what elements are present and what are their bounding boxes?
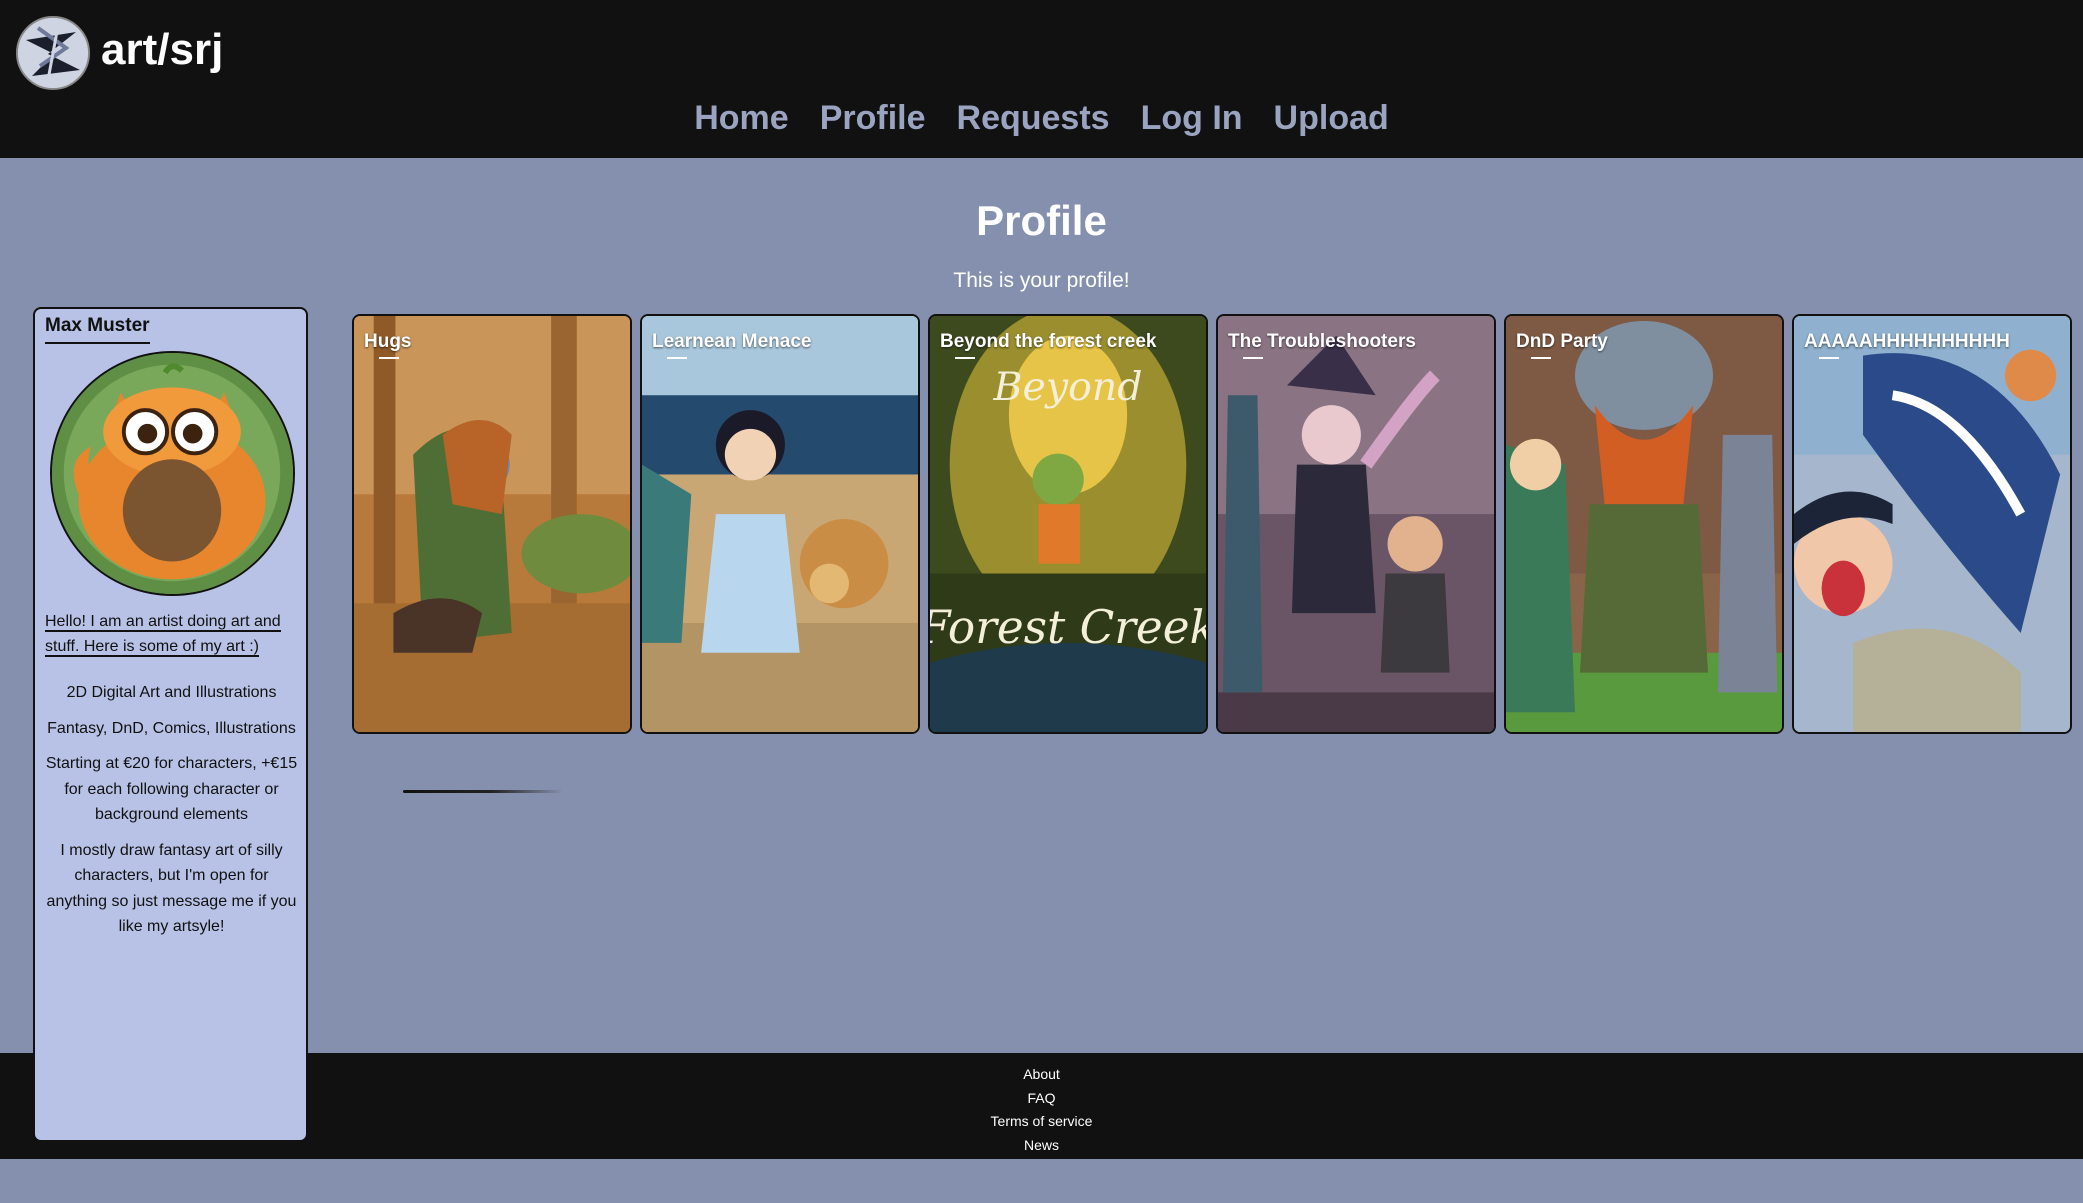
- svg-text:Beyond: Beyond: [993, 364, 1143, 410]
- site-footer: About FAQ Terms of service News: [0, 1053, 2083, 1159]
- site-header: art/srj Home Profile Requests Log In Upl…: [0, 0, 2083, 158]
- card-title-underline: [1531, 357, 1551, 359]
- site-logo-icon[interactable]: [16, 16, 90, 90]
- card-title: Hugs: [364, 331, 412, 352]
- nav-upload[interactable]: Upload: [1274, 96, 1389, 140]
- profile-details: 2D Digital Art and Illustrations Fantasy…: [43, 680, 300, 950]
- gallery-card[interactable]: AAAAAHHHHHHHHHH: [1792, 314, 2072, 734]
- card-title: Beyond the forest creek: [940, 331, 1157, 352]
- profile-detail-pricing: Starting at €20 for characters, +€15 for…: [45, 755, 298, 823]
- card-title-underline: [955, 357, 975, 359]
- profile-detail-genres: Fantasy, DnD, Comics, Illustrations: [47, 719, 296, 737]
- gallery-card[interactable]: DnD Party: [1504, 314, 1784, 734]
- artwork-image: [1218, 316, 1494, 732]
- profile-intro-text: Hello! I am an artist doing art and stuf…: [45, 613, 281, 657]
- artwork-image: [1794, 316, 2070, 732]
- profile-avatar: [50, 351, 295, 596]
- footer-link-terms[interactable]: Terms of service: [991, 1113, 1093, 1129]
- page-subtitle: This is your profile!: [953, 269, 1130, 292]
- nav-log-in[interactable]: Log In: [1141, 96, 1243, 140]
- main-nav: Home Profile Requests Log In Upload: [0, 96, 2083, 140]
- svg-text:Forest Creek: Forest Creek: [930, 601, 1206, 654]
- gallery-scrollbar[interactable]: [403, 790, 563, 793]
- card-title: The Troubleshooters: [1228, 331, 1416, 352]
- art-gallery: Hugs Learnean Menace Beyond Forest Creek…: [352, 314, 2072, 734]
- card-title-underline: [1243, 357, 1263, 359]
- gallery-card[interactable]: Learnean Menace: [640, 314, 920, 734]
- profile-detail-medium: 2D Digital Art and Illustrations: [66, 684, 277, 701]
- profile-intro: Hello! I am an artist doing art and stuf…: [45, 609, 290, 659]
- artwork-image: [354, 316, 630, 732]
- footer-item: News: [0, 1134, 2083, 1158]
- nav-home[interactable]: Home: [694, 96, 788, 140]
- card-title: AAAAAHHHHHHHHHH: [1804, 331, 2010, 352]
- card-title: Learnean Menace: [652, 331, 812, 352]
- artwork-image: Beyond Forest Creek: [930, 316, 1206, 732]
- footer-item: About: [0, 1063, 2083, 1087]
- gallery-card[interactable]: Beyond Forest Creek Beyond the forest cr…: [928, 314, 1208, 734]
- card-title-underline: [667, 357, 687, 359]
- profile-detail-about: I mostly draw fantasy art of silly chara…: [46, 841, 297, 936]
- footer-link-news[interactable]: News: [1024, 1137, 1059, 1153]
- gallery-card[interactable]: Hugs: [352, 314, 632, 734]
- page-title: Profile: [976, 197, 1107, 244]
- artwork-image: [642, 316, 918, 732]
- footer-item: FAQ: [0, 1087, 2083, 1111]
- gallery-card[interactable]: The Troubleshooters: [1216, 314, 1496, 734]
- artwork-image: [1506, 316, 1782, 732]
- card-title: DnD Party: [1516, 331, 1608, 352]
- footer-link-faq[interactable]: FAQ: [1027, 1090, 1055, 1106]
- nav-profile[interactable]: Profile: [820, 96, 926, 140]
- profile-name: Max Muster: [45, 314, 150, 344]
- site-title[interactable]: art/srj: [101, 22, 223, 78]
- nav-requests[interactable]: Requests: [957, 96, 1110, 140]
- footer-link-about[interactable]: About: [1023, 1066, 1060, 1082]
- card-title-underline: [379, 357, 399, 359]
- card-title-underline: [1819, 357, 1839, 359]
- footer-item: Terms of service: [0, 1110, 2083, 1134]
- profile-sidebar: Max Muster Hello! I am an artist doing a…: [33, 307, 308, 1142]
- footer-links: About FAQ Terms of service News: [0, 1053, 2083, 1157]
